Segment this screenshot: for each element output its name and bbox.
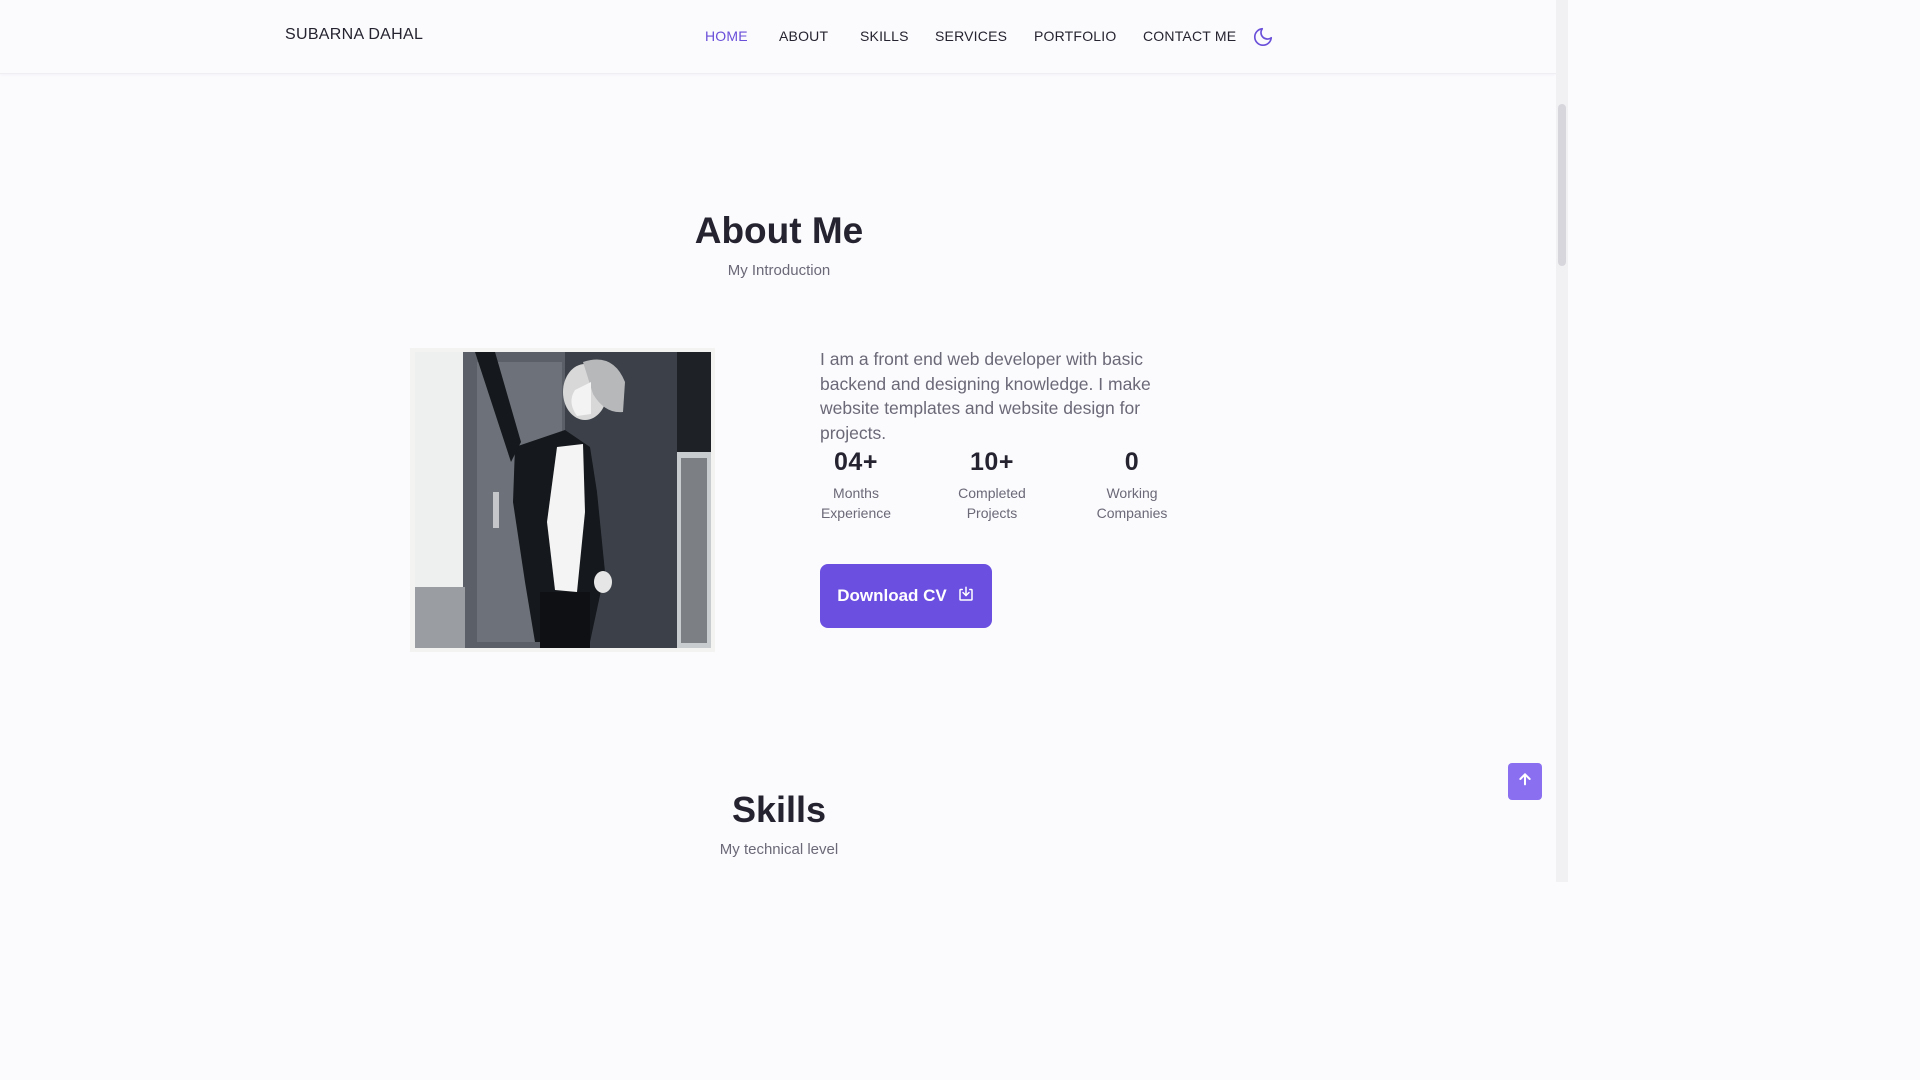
stat-label: Months Experience [820, 483, 892, 523]
skills-subtitle: My technical level [719, 841, 839, 858]
stat-number: 10+ [970, 448, 1014, 476]
stat-label-line: Completed [958, 485, 1026, 501]
stat-companies: 0 Working Companies [1092, 448, 1172, 523]
download-cv-button[interactable]: Download CV [820, 564, 992, 628]
about-description: I am a front end web developer with basi… [820, 349, 1151, 443]
stat-label: Completed Projects [953, 483, 1031, 523]
nav-skills[interactable]: SKILLS [860, 28, 909, 44]
stat-label: Working Companies [1092, 483, 1172, 523]
nav-home[interactable]: HOME [705, 28, 748, 44]
page-scrollbar[interactable] [1556, 0, 1568, 882]
stat-label-line: Projects [966, 505, 1018, 521]
moon-icon[interactable] [1252, 26, 1274, 48]
stat-experience: 04+ Months Experience [820, 448, 892, 523]
top-navbar: SUBARNA DAHAL HOME ABOUT SKILLS SERVICES… [0, 0, 1556, 74]
about-title: About Me [694, 210, 864, 251]
stat-number: 0 [1124, 448, 1140, 476]
page: SUBARNA DAHAL HOME ABOUT SKILLS SERVICES… [0, 0, 1568, 882]
nav-about[interactable]: ABOUT [779, 28, 828, 44]
stat-label-line: Companies [1096, 505, 1168, 521]
scroll-up-button[interactable] [1508, 763, 1542, 800]
stat-projects: 10+ Completed Projects [953, 448, 1031, 523]
skills-title: Skills [731, 789, 827, 830]
stat-number: 04+ [834, 448, 878, 476]
download-cv-label: Download CV [837, 586, 947, 605]
scrollbar-thumb[interactable] [1558, 104, 1566, 266]
profile-photo [410, 348, 715, 652]
nav-portfolio[interactable]: PORTFOLIO [1034, 28, 1116, 44]
stat-label-line: Months [833, 485, 879, 501]
download-icon [957, 585, 975, 608]
nav-services[interactable]: SERVICES [935, 28, 1007, 44]
brand-logo[interactable]: SUBARNA DAHAL [285, 26, 423, 44]
stat-label-line: Working [1106, 485, 1158, 501]
about-subtitle: My Introduction [727, 262, 831, 279]
stat-label-line: Experience [820, 505, 892, 521]
nav-contact-me[interactable]: CONTACT ME [1143, 28, 1236, 44]
arrow-up-icon [1517, 771, 1533, 792]
